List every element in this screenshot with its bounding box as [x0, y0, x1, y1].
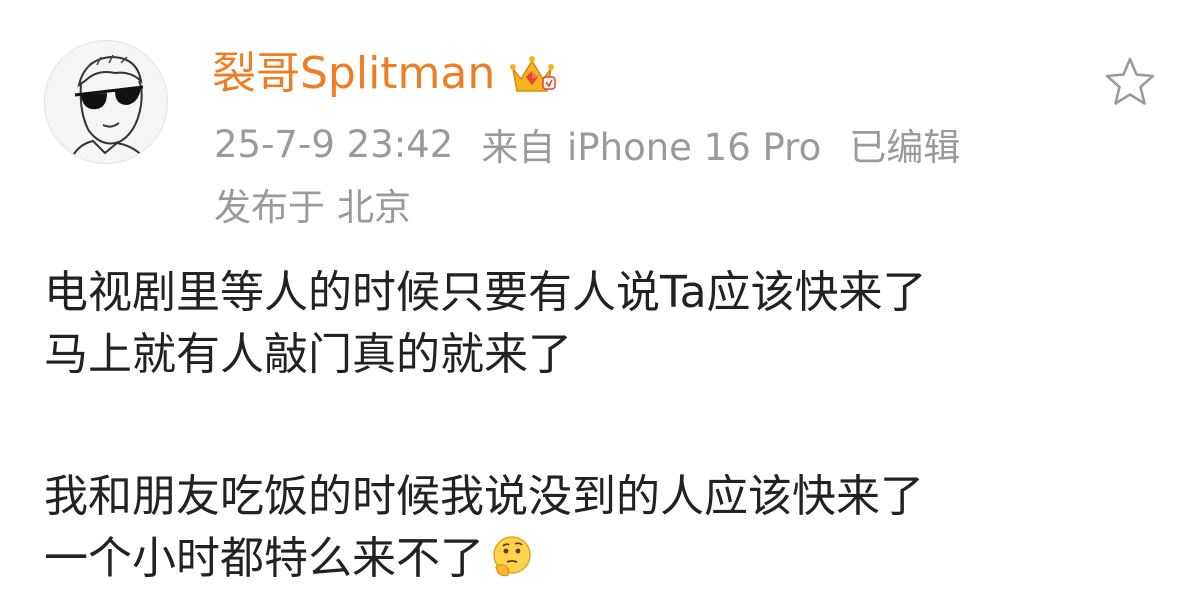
- favorite-button[interactable]: [1100, 52, 1160, 112]
- post-text-line: 一个小时都特么来不了: [44, 533, 484, 584]
- post-text-line: 马上就有人敲门真的就来了: [44, 329, 572, 380]
- weibo-post: 裂哥Splitman 25-7-9 23:42 来自 iPhone 16 Pro…: [0, 0, 1200, 590]
- post-content: 电视剧里等人的时候只要有人说Ta应该快来了 马上就有人敲门真的就来了 我和朋友吃…: [44, 262, 1164, 590]
- location-place: 北京: [337, 186, 411, 229]
- post-location: 发布于 北京: [214, 180, 411, 229]
- post-text-line: 电视剧里等人的时候只要有人说Ta应该快来了: [44, 267, 927, 318]
- post-time[interactable]: 25-7-9 23:42: [214, 123, 453, 166]
- edited-label[interactable]: 已编辑: [849, 117, 960, 171]
- post-meta: 25-7-9 23:42 来自 iPhone 16 Pro 已编辑: [214, 117, 960, 171]
- author-name[interactable]: 裂哥Splitman: [212, 46, 495, 102]
- post-source[interactable]: 来自 iPhone 16 Pro: [481, 117, 821, 171]
- post-text-line-last: 一个小时都特么来不了: [44, 528, 1164, 590]
- author-row: 裂哥Splitman: [212, 44, 557, 104]
- avatar[interactable]: [44, 40, 168, 164]
- thinking-face-emoji-icon: [488, 533, 536, 581]
- avatar-sketch-icon: [45, 41, 167, 163]
- post-text-line: 我和朋友吃饭的时候我说没到的人应该快来了: [44, 471, 924, 522]
- location-prefix: 发布于: [214, 186, 325, 229]
- crown-vip-icon[interactable]: [507, 49, 557, 99]
- star-outline-icon: [1105, 57, 1155, 105]
